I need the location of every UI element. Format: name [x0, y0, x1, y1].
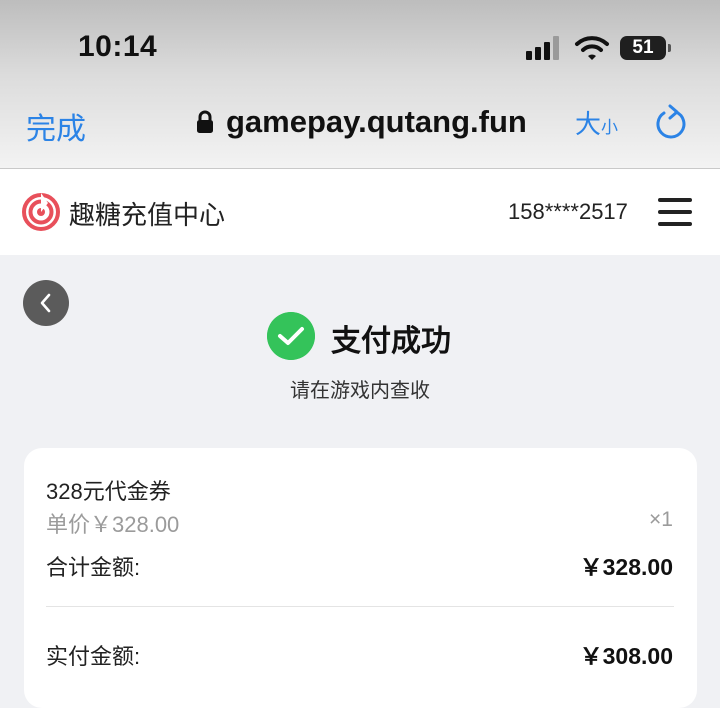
hamburger-menu-icon[interactable] [658, 198, 692, 226]
text-size-small: 小 [601, 118, 619, 137]
text-size-big: 大 [575, 109, 602, 139]
order-item-name: 328元代金券 [46, 479, 171, 504]
payment-success-subtitle: 请在游戏内查收 [290, 380, 430, 402]
check-circle-icon [267, 312, 315, 360]
browser-chrome: 10:14 51 完成 gamepay.qutang.fun 大小 [0, 0, 720, 169]
done-button[interactable]: 完成 [26, 104, 86, 148]
qutang-logo-icon [22, 193, 60, 231]
cellular-signal-icon [526, 36, 562, 60]
text-size-button[interactable]: 大小 [575, 104, 618, 141]
chevron-left-icon [40, 293, 51, 313]
url-text: gamepay.qutang.fun [226, 104, 527, 139]
payment-success-title: 支付成功 [331, 325, 451, 358]
brand-name: 趣糖充值中心 [69, 200, 226, 230]
order-divider [46, 606, 674, 607]
paid-amount-value: ￥308.00 [579, 643, 673, 669]
address-bar[interactable]: gamepay.qutang.fun [196, 102, 527, 142]
total-amount-label: 合计金额: [46, 555, 141, 580]
total-amount-value: ￥328.00 [579, 554, 673, 580]
status-time: 10:14 [78, 30, 158, 63]
battery-icon: 51 [620, 36, 671, 60]
order-quantity: ×1 [649, 508, 673, 531]
order-unit-price: 单价￥328.00 [46, 512, 180, 537]
back-button[interactable] [23, 280, 69, 326]
lock-icon [197, 110, 213, 133]
account-phone: 158****2517 [508, 199, 628, 224]
reload-icon[interactable] [654, 104, 688, 140]
wifi-icon [575, 36, 609, 60]
paid-amount-label: 实付金额: [46, 644, 141, 669]
